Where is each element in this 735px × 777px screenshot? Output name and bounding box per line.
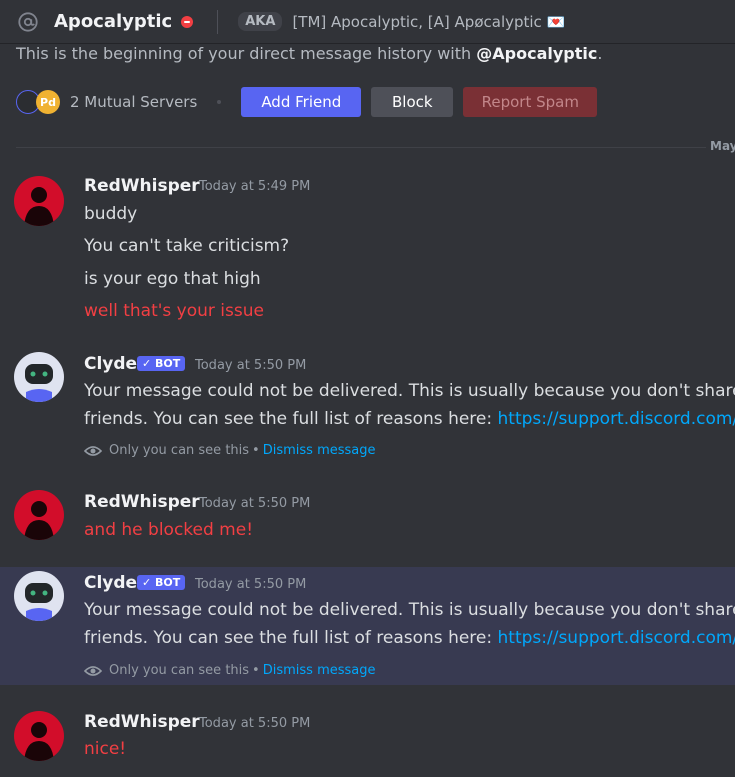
message-text: friends. You can see the full list of re… [84,628,735,648]
mutual-servers-link[interactable]: 2 Mutual Servers [70,93,197,111]
support-link[interactable]: https://support.discord.com/hc [498,628,735,648]
avatar[interactable] [14,176,64,226]
message-group: RedWhisper Today at 5:50 PM and he block… [0,486,735,556]
message-text-failed: well that's your issue [84,301,264,321]
message-author[interactable]: RedWhisper [84,176,200,196]
intro-handle: @Apocalyptic [476,44,598,63]
separator-dot [217,100,222,104]
message-text: friends. You can see the full list of re… [84,409,735,429]
message-timestamp: Today at 5:50 PM [195,577,307,592]
bot-badge: ✓ BOT [137,356,186,371]
message-group: RedWhisper Today at 5:49 PM buddy You ca… [0,170,735,330]
message-author[interactable]: RedWhisper [84,492,200,512]
aka-badge: AKA [238,12,283,31]
dismiss-message-link[interactable]: Dismiss message [263,443,376,458]
message-text: You can't take criticism? [84,236,290,256]
mutual-server-icon[interactable]: Pd [36,90,60,114]
message-author[interactable]: Clyde [84,573,137,593]
dm-intro-text: This is the beginning of your direct mes… [16,44,603,63]
message-author[interactable]: RedWhisper [84,712,200,732]
dismiss-message-link[interactable]: Dismiss message [263,663,376,678]
message-group: RedWhisper Today at 5:50 PM nice! [0,706,735,776]
ephemeral-notice: Only you can see this • Dismiss message [84,443,376,458]
message-text: buddy [84,204,138,224]
channel-header: Apocalyptic AKA [TM] Apocalyptic, [A] Ap… [0,0,735,44]
message-text: is your ego that high [84,269,261,289]
date-divider [16,147,706,148]
aka-names: [TM] Apocalyptic, [A] Apøcalyptic 💌 [292,12,566,31]
avatar[interactable] [14,490,64,540]
message-timestamp: Today at 5:50 PM [199,496,311,511]
message-text: Your message could not be delivered. Thi… [84,600,735,620]
eye-icon [84,445,102,457]
report-spam-button[interactable]: Report Spam [463,87,598,117]
message-timestamp: Today at 5:49 PM [199,179,311,194]
block-button[interactable]: Block [371,87,454,117]
message-timestamp: Today at 5:50 PM [199,716,311,731]
avatar[interactable] [14,711,64,761]
message-text-failed: nice! [84,739,127,759]
dnd-status-icon [181,15,194,28]
message-author[interactable]: Clyde [84,354,137,374]
at-sign-icon [16,10,40,34]
support-link[interactable]: https://support.discord.com/hc [498,409,735,429]
clyde-avatar[interactable] [14,571,64,621]
ephemeral-notice: Only you can see this • Dismiss message [84,663,376,678]
clyde-avatar[interactable] [14,352,64,402]
date-divider-label: May [710,139,735,153]
eye-icon [84,665,102,677]
message-group: Clyde ✓ BOT Today at 5:50 PM Your messag… [0,344,735,472]
message-group-hovered: Clyde ✓ BOT Today at 5:50 PM Your messag… [0,567,735,685]
header-divider [217,9,219,34]
bot-badge: ✓ BOT [137,575,186,590]
message-text-failed: and he blocked me! [84,520,254,540]
dm-username[interactable]: Apocalyptic [54,11,172,32]
message-text: Your message could not be delivered. Thi… [84,381,735,401]
mutual-servers-row: Pd 2 Mutual Servers Add Friend Block Rep… [16,86,607,118]
add-friend-button[interactable]: Add Friend [241,87,362,117]
message-timestamp: Today at 5:50 PM [195,358,307,373]
